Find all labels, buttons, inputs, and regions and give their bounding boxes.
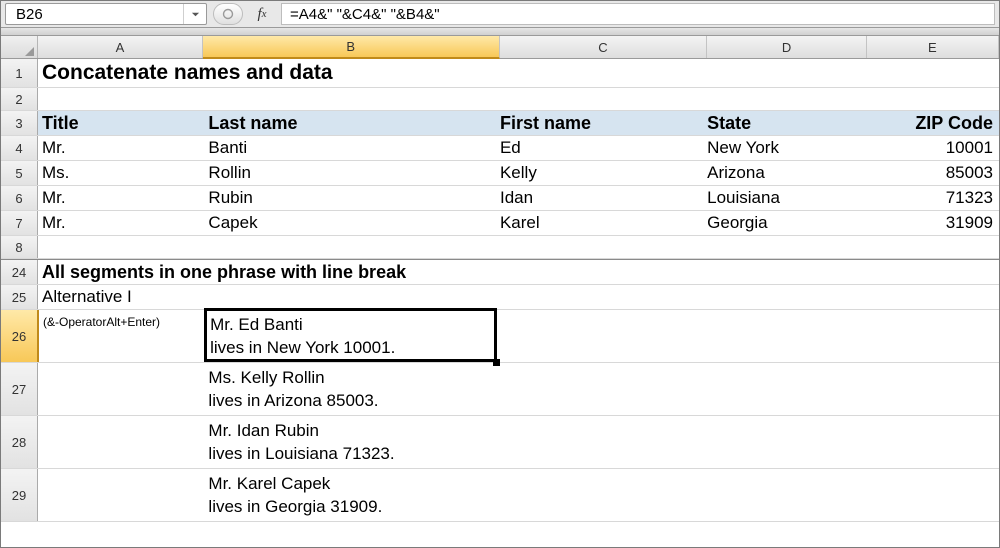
cancel-enter-pill[interactable] <box>213 3 243 25</box>
row-header-28[interactable]: 28 <box>1 416 38 468</box>
formula-text: =A4&" "&C4&" "&B4&" <box>290 6 440 23</box>
cell-A28[interactable] <box>38 416 204 468</box>
col-header-E[interactable]: E <box>867 36 999 58</box>
cell-D26[interactable] <box>704 310 864 362</box>
cell-C28[interactable] <box>496 416 703 468</box>
cell-D5[interactable]: Arizona <box>703 161 864 185</box>
cell-D7[interactable]: Georgia <box>703 211 864 235</box>
cell-E26[interactable] <box>864 310 999 362</box>
cell-A3[interactable]: Title <box>38 111 204 135</box>
cell-C5[interactable]: Kelly <box>496 161 703 185</box>
row-header-5[interactable]: 5 <box>1 161 38 185</box>
name-box-value: B26 <box>6 6 183 23</box>
cell-C26[interactable] <box>497 310 704 362</box>
row-3: 3 Title Last name First name State ZIP C… <box>1 111 999 136</box>
cell-C4[interactable]: Ed <box>496 136 703 160</box>
row-header-2[interactable]: 2 <box>1 88 38 110</box>
cell-B3[interactable]: Last name <box>204 111 496 135</box>
cell-A25[interactable]: Alternative I <box>38 285 999 309</box>
cell-D4[interactable]: New York <box>703 136 864 160</box>
row-29: 29 Mr. Karel Capek lives in Georgia 3190… <box>1 469 999 522</box>
row-28: 28 Mr. Idan Rubin lives in Louisiana 713… <box>1 416 999 469</box>
row-25: 25 Alternative I <box>1 285 999 310</box>
col-header-C[interactable]: C <box>500 36 708 58</box>
insert-function-button[interactable]: fx <box>243 1 281 27</box>
cell-D3[interactable]: State <box>703 111 864 135</box>
row-header-6[interactable]: 6 <box>1 186 38 210</box>
formula-bar-row: B26 fx =A4&" "&C4&" "&B4&" <box>1 1 999 28</box>
cell-B28[interactable]: Mr. Idan Rubin lives in Louisiana 71323. <box>204 416 496 468</box>
cell-B26[interactable]: Mr. Ed Banti lives in New York 10001. <box>206 310 497 362</box>
cell-C27[interactable] <box>496 363 703 415</box>
cell-E4[interactable]: 10001 <box>864 136 999 160</box>
row-2: 2 <box>1 88 999 111</box>
cell-A27[interactable] <box>38 363 204 415</box>
cell-B29[interactable]: Mr. Karel Capek lives in Georgia 31909. <box>204 469 496 521</box>
cell-A24[interactable]: All segments in one phrase with line bre… <box>38 260 999 284</box>
cell-D6[interactable]: Louisiana <box>703 186 864 210</box>
cell-A26[interactable]: (&-OperatorAlt+Enter) <box>39 310 206 362</box>
spreadsheet-window: B26 fx =A4&" "&C4&" "&B4&" A B C D E 1 C… <box>0 0 1000 548</box>
name-box-dropdown-icon[interactable] <box>183 4 206 24</box>
cell-B27[interactable]: Ms. Kelly Rollin lives in Arizona 85003. <box>204 363 496 415</box>
row-header-7[interactable]: 7 <box>1 211 38 235</box>
cell-A8[interactable] <box>38 236 999 258</box>
ribbon-edge <box>1 28 999 36</box>
row-8: 8 <box>1 236 999 259</box>
col-header-A[interactable]: A <box>38 36 203 58</box>
row-header-1[interactable]: 1 <box>1 59 38 87</box>
row-5: 5 Ms. Rollin Kelly Arizona 85003 <box>1 161 999 186</box>
row-header-29[interactable]: 29 <box>1 469 38 521</box>
cell-D29[interactable] <box>703 469 864 521</box>
row-6: 6 Mr. Rubin Idan Louisiana 71323 <box>1 186 999 211</box>
col-header-B[interactable]: B <box>203 36 500 59</box>
cell-B7[interactable]: Capek <box>204 211 496 235</box>
cell-A5[interactable]: Ms. <box>38 161 204 185</box>
cell-E29[interactable] <box>864 469 999 521</box>
row-26: 26 (&-OperatorAlt+Enter) Mr. Ed Banti li… <box>1 310 999 363</box>
name-box[interactable]: B26 <box>5 3 207 25</box>
cell-E28[interactable] <box>864 416 999 468</box>
cell-D27[interactable] <box>703 363 864 415</box>
cell-C3[interactable]: First name <box>496 111 703 135</box>
row-7: 7 Mr. Capek Karel Georgia 31909 <box>1 211 999 236</box>
row-header-8[interactable]: 8 <box>1 236 38 258</box>
grid-body: 1 Concatenate names and data 2 3 Title L… <box>1 59 999 547</box>
cell-B4[interactable]: Banti <box>204 136 496 160</box>
row-4: 4 Mr. Banti Ed New York 10001 <box>1 136 999 161</box>
row-24: 24 All segments in one phrase with line … <box>1 259 999 285</box>
cell-C29[interactable] <box>496 469 703 521</box>
cell-A1[interactable]: Concatenate names and data <box>38 59 999 87</box>
cell-A7[interactable]: Mr. <box>38 211 204 235</box>
cell-C6[interactable]: Idan <box>496 186 703 210</box>
col-header-D[interactable]: D <box>707 36 866 58</box>
cell-D28[interactable] <box>703 416 864 468</box>
row-header-24[interactable]: 24 <box>1 260 38 284</box>
cell-E5[interactable]: 85003 <box>864 161 999 185</box>
cell-A2[interactable] <box>38 88 999 110</box>
row-1: 1 Concatenate names and data <box>1 59 999 88</box>
formula-input[interactable]: =A4&" "&C4&" "&B4&" <box>281 3 995 25</box>
row-header-3[interactable]: 3 <box>1 111 38 135</box>
cell-B5[interactable]: Rollin <box>204 161 496 185</box>
row-header-4[interactable]: 4 <box>1 136 38 160</box>
cell-A4[interactable]: Mr. <box>38 136 204 160</box>
cell-E6[interactable]: 71323 <box>864 186 999 210</box>
row-27: 27 Ms. Kelly Rollin lives in Arizona 850… <box>1 363 999 416</box>
row-header-26[interactable]: 26 <box>1 310 39 362</box>
cell-A29[interactable] <box>38 469 204 521</box>
cell-B6[interactable]: Rubin <box>204 186 496 210</box>
cell-E7[interactable]: 31909 <box>864 211 999 235</box>
cell-E27[interactable] <box>864 363 999 415</box>
select-all-corner[interactable] <box>1 36 38 58</box>
column-header-row: A B C D E <box>1 36 999 59</box>
row-header-25[interactable]: 25 <box>1 285 38 309</box>
row-header-27[interactable]: 27 <box>1 363 38 415</box>
cell-C7[interactable]: Karel <box>496 211 703 235</box>
cell-A6[interactable]: Mr. <box>38 186 204 210</box>
cell-E3[interactable]: ZIP Code <box>864 111 999 135</box>
